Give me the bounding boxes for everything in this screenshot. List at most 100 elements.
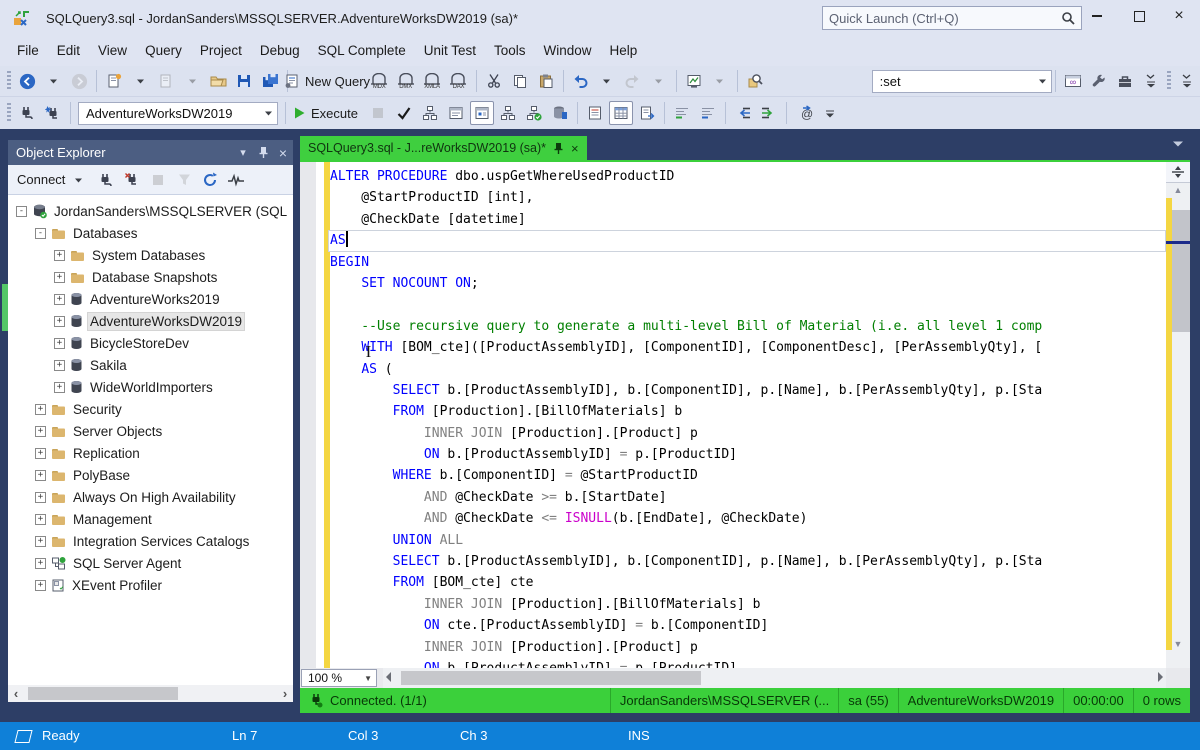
- close-icon[interactable]: ×: [273, 143, 293, 163]
- object-explorer-hscrollbar[interactable]: ‹ ›: [8, 685, 293, 702]
- new-query-file-icon[interactable]: [102, 69, 126, 93]
- code-line[interactable]: UNION ALL: [330, 530, 1166, 551]
- code-line[interactable]: [330, 294, 1166, 315]
- nav-backward-caret-icon[interactable]: [41, 69, 65, 93]
- save-all-icon[interactable]: [258, 69, 282, 93]
- expander-icon[interactable]: +: [35, 558, 46, 569]
- undo-caret-icon[interactable]: [595, 69, 619, 93]
- xmla-query-icon[interactable]: XMLA: [420, 69, 444, 93]
- splitter-handle[interactable]: [1166, 162, 1190, 183]
- tree-item-jordansanders-mssqlserver-sql[interactable]: -JordanSanders\MSSQLSERVER (SQL: [8, 200, 293, 222]
- tree-item-databases[interactable]: -Databases: [8, 222, 293, 244]
- expander-icon[interactable]: -: [35, 228, 46, 239]
- client-stats-icon[interactable]: [548, 101, 572, 125]
- increase-indent-icon[interactable]: [757, 101, 781, 125]
- close-icon[interactable]: ×: [571, 142, 579, 155]
- menu-sql-complete[interactable]: SQL Complete: [309, 36, 415, 66]
- code-line[interactable]: AS: [330, 230, 1166, 251]
- menu-window[interactable]: Window: [535, 36, 601, 66]
- uncomment-icon[interactable]: [696, 101, 720, 125]
- tree-item-integration-services-catalogs[interactable]: +Integration Services Catalogs: [8, 530, 293, 552]
- dax-query-icon[interactable]: DAX: [446, 69, 470, 93]
- minimize-button[interactable]: [1078, 0, 1116, 32]
- code-line[interactable]: INNER JOIN [Production].[Product] p: [330, 637, 1166, 658]
- vs-window-icon[interactable]: ∞: [1061, 69, 1085, 93]
- tree-item-database-snapshots[interactable]: +Database Snapshots: [8, 266, 293, 288]
- window-position-icon[interactable]: ▾: [233, 143, 253, 163]
- mdx-query-icon[interactable]: MDX: [367, 69, 391, 93]
- code-line[interactable]: ON cte.[ProductAssemblyID] = b.[Componen…: [330, 615, 1166, 636]
- tree-item-management[interactable]: +Management: [8, 508, 293, 530]
- scroll-right-icon[interactable]: ›: [277, 686, 293, 701]
- query-plan-icon[interactable]: [682, 69, 706, 93]
- code-line[interactable]: WITH [BOM_cte]([ProductAssemblyID], [Com…: [330, 337, 1166, 358]
- paste-icon[interactable]: [534, 69, 558, 93]
- decrease-indent-icon[interactable]: [731, 101, 755, 125]
- new-file-caret-icon[interactable]: [128, 69, 152, 93]
- quick-launch-input[interactable]: Quick Launch (Ctrl+Q): [822, 6, 1082, 30]
- database-combo[interactable]: AdventureWorksDW2019: [78, 102, 278, 125]
- scrollbar-thumb[interactable]: [1172, 210, 1190, 332]
- code-line[interactable]: INNER JOIN [Production].[Product] p: [330, 423, 1166, 444]
- expander-icon[interactable]: +: [54, 272, 65, 283]
- copy-icon[interactable]: [508, 69, 532, 93]
- results-to-file-icon[interactable]: [635, 101, 659, 125]
- tree-item-server-objects[interactable]: +Server Objects: [8, 420, 293, 442]
- pin-icon[interactable]: [253, 143, 273, 163]
- menu-file[interactable]: File: [8, 36, 48, 66]
- toolbar-overflow-icon-2[interactable]: [1175, 69, 1199, 93]
- change-connection-icon[interactable]: [41, 101, 65, 125]
- comment-icon[interactable]: [670, 101, 694, 125]
- menu-edit[interactable]: Edit: [48, 36, 89, 66]
- maximize-button[interactable]: [1120, 0, 1158, 32]
- toolbar2-overflow-icon[interactable]: [818, 101, 842, 125]
- code-line[interactable]: ON b.[ProductAssemblyID] = p.[ProductID]: [330, 658, 1166, 668]
- expander-icon[interactable]: +: [35, 492, 46, 503]
- execute-button[interactable]: Execute: [291, 101, 364, 125]
- dmx-query-icon[interactable]: DMX: [393, 69, 417, 93]
- code-line[interactable]: AND @CheckDate <= ISNULL(b.[EndDate], @C…: [330, 508, 1166, 529]
- code-line[interactable]: WHERE b.[ComponentID] = @StartProductID: [330, 465, 1166, 486]
- results-to-text-icon[interactable]: [583, 101, 607, 125]
- expander-icon[interactable]: +: [54, 338, 65, 349]
- expander-icon[interactable]: +: [35, 536, 46, 547]
- code-line[interactable]: @StartProductID [int],: [330, 187, 1166, 208]
- sqlcomplete-suggestions-icon[interactable]: @: [792, 101, 816, 125]
- code-line[interactable]: ON b.[ProductAssemblyID] = p.[ProductID]: [330, 444, 1166, 465]
- expander-icon[interactable]: +: [35, 514, 46, 525]
- expander-icon[interactable]: +: [54, 360, 65, 371]
- expander-icon[interactable]: -: [16, 206, 27, 217]
- zoom-combo[interactable]: 100 % ▼: [301, 669, 377, 687]
- scroll-up-icon[interactable]: ▲: [1166, 182, 1190, 198]
- expander-icon[interactable]: +: [35, 426, 46, 437]
- pin-icon[interactable]: [553, 142, 564, 155]
- tree-item-wideworldimporters[interactable]: +WideWorldImporters: [8, 376, 293, 398]
- expander-icon[interactable]: +: [54, 250, 65, 261]
- set-combo[interactable]: :set: [872, 70, 1052, 93]
- tree-item-adventureworks2019[interactable]: +AdventureWorks2019: [8, 288, 293, 310]
- tree-item-xevent-profiler[interactable]: +XEvent Profiler: [8, 574, 293, 596]
- document-tab[interactable]: SQLQuery3.sql - J...reWorksDW2019 (sa)* …: [300, 136, 587, 160]
- scroll-left-icon[interactable]: [386, 672, 391, 682]
- customize-wrench-icon[interactable]: [1087, 69, 1111, 93]
- code-line[interactable]: FROM [Production].[BillOfMaterials] b: [330, 401, 1166, 422]
- estimated-plan-icon[interactable]: [418, 101, 442, 125]
- save-icon[interactable]: [232, 69, 256, 93]
- menu-tools[interactable]: Tools: [485, 36, 535, 66]
- tree-item-bicyclestoredev[interactable]: +BicycleStoreDev: [8, 332, 293, 354]
- menu-query[interactable]: Query: [136, 36, 191, 66]
- oe-refresh-icon[interactable]: [198, 168, 222, 192]
- expander-icon[interactable]: +: [54, 382, 65, 393]
- code-line[interactable]: BEGIN: [330, 252, 1166, 273]
- expander-icon[interactable]: +: [54, 294, 65, 305]
- menu-project[interactable]: Project: [191, 36, 251, 66]
- tree-item-security[interactable]: +Security: [8, 398, 293, 420]
- cut-icon[interactable]: [482, 69, 506, 93]
- code-line[interactable]: SELECT b.[ProductAssemblyID], b.[Compone…: [330, 380, 1166, 401]
- code-line[interactable]: SELECT b.[ProductAssemblyID], b.[Compone…: [330, 551, 1166, 572]
- oe-connect-plug-icon[interactable]: [94, 168, 118, 192]
- query-options-icon[interactable]: [444, 101, 468, 125]
- menu-help[interactable]: Help: [601, 36, 647, 66]
- code-line[interactable]: @CheckDate [datetime]: [330, 209, 1166, 230]
- toolbox-icon[interactable]: [1113, 69, 1137, 93]
